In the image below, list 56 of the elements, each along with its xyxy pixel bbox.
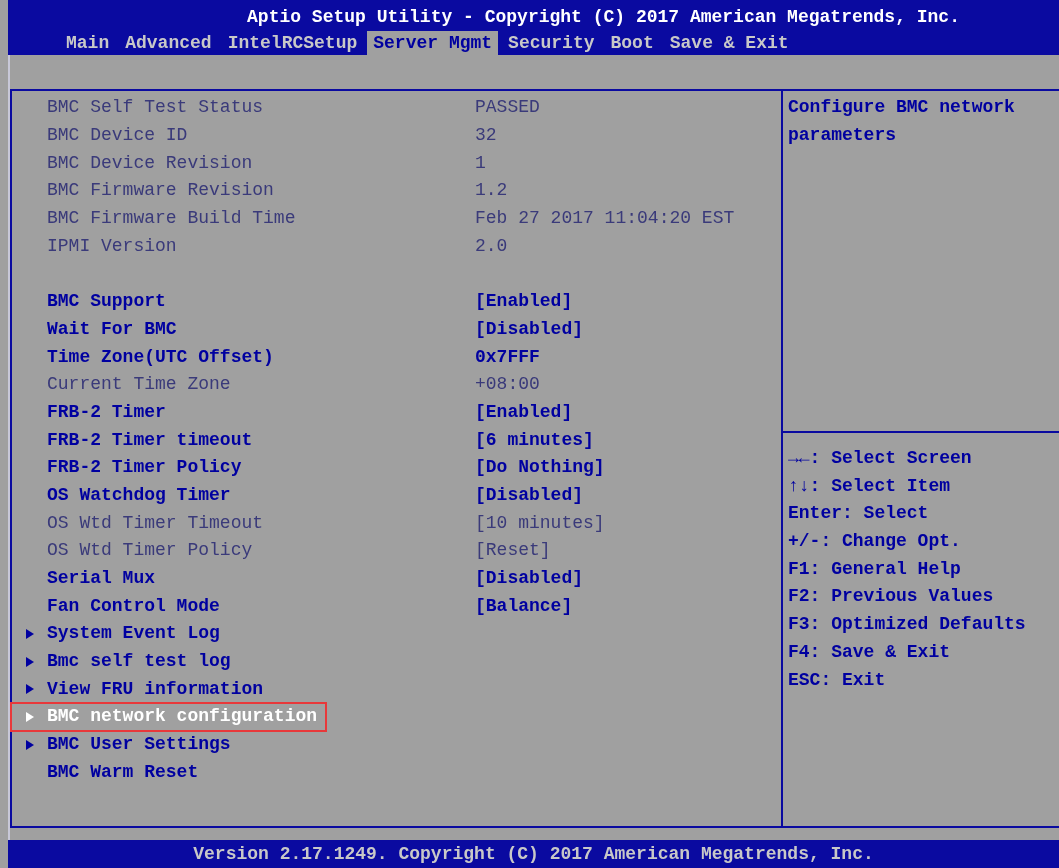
key-help-text: ↑↓: Select Item [788,474,952,498]
setting-value: [Balance] [475,594,573,618]
menu-tab[interactable]: Main [60,31,116,55]
key-help-text: F4: Save & Exit [788,640,952,664]
menu-item[interactable]: BMC Warm Reset [12,759,312,786]
menu-item[interactable]: System Event Log [12,620,312,647]
key-help-text: ESC: Exit [788,668,887,692]
setting-value: [10 minutes] [475,511,605,535]
window-title: Aptio Setup Utility - Copyright (C) 2017 American Megatrends, Inc. [246,6,960,28]
key-help-text: F3: Optimized Defaults [788,613,1027,637]
setting-value: Feb 27 2017 11:04:20 EST [475,207,735,231]
triangle-icon [24,627,35,640]
setting-value: [Enabled] [475,400,573,424]
menu-item[interactable]: BMC User Settings [12,731,312,758]
menu-tab[interactable]: Save & Exit [663,31,795,55]
setting-value: [Do Nothing] [475,456,605,480]
key-help-text: F2: Previous Values [788,585,995,609]
setting-value: PASSED [475,96,540,120]
menu-item[interactable]: View FRU information [12,676,312,703]
menu-tab[interactable]: IntelRCSetup [221,31,364,55]
menu-item[interactable]: FRB-2 Timer timeout [12,427,312,454]
setting-value: 0x7FFF [475,345,540,369]
version-text: Version 2.17.1249. Copyright (C) 2017 American Megatrends, Inc. [193,842,874,866]
setting-value: [Enabled] [475,290,573,314]
key-help-text: +/-: Change Opt. [788,530,962,554]
setting-value: [6 minutes] [475,428,594,452]
menu-item[interactable]: Serial Mux [12,565,312,592]
key-help-text: →←: Select Screen [788,447,973,470]
setting-value: 32 [475,124,497,148]
setting-value: [Reset] [475,539,551,563]
key-help-text: Enter: Select [788,502,930,526]
menu-item[interactable]: Fan Control Mode [12,593,312,620]
setting-value: 1.2 [475,179,508,203]
menu-tab[interactable]: Advanced [119,31,218,55]
menu-item[interactable]: BMC Support [12,288,312,315]
triangle-icon [24,655,35,668]
triangle-icon [24,710,35,723]
menu-item[interactable]: Bmc self test log [12,648,312,675]
setting-value: 2.0 [475,234,508,258]
setting-value: [Disabled] [475,317,584,341]
menu-tab[interactable]: Boot [604,31,660,55]
help-description: Configure BMC network parameters [788,96,1016,147]
setting-value: [Disabled] [475,567,584,591]
setting-value: +08:00 [475,373,540,397]
menu-tab[interactable]: Server Mgmt [367,31,499,55]
menu-tab[interactable]: Security [502,31,601,55]
menu-item[interactable]: OS Watchdog Timer [12,482,312,509]
key-help-text: F1: General Help [788,557,962,581]
menu-item[interactable]: FRB-2 Timer [12,399,312,426]
triangle-icon [24,738,35,751]
menu-item[interactable]: Wait For BMC [12,316,312,343]
menu-item[interactable]: FRB-2 Timer Policy [12,454,312,481]
triangle-icon [24,683,35,696]
menu-item[interactable]: Time Zone(UTC Offset) [12,344,312,371]
setting-value: [Disabled] [475,483,584,507]
setting-value: 1 [475,151,486,175]
